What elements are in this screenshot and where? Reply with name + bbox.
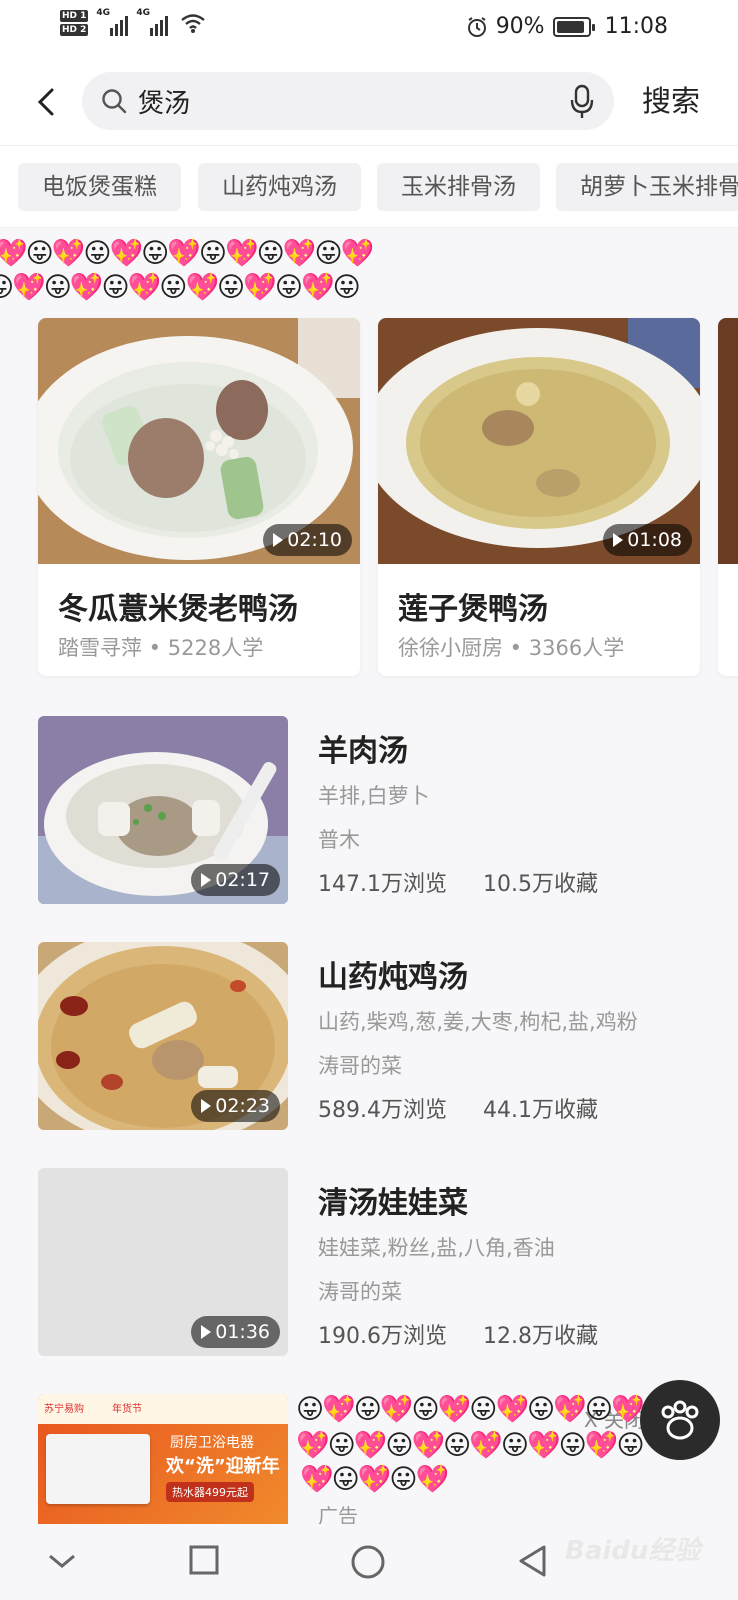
recipe-author: 涛哥的菜 (318, 1280, 402, 1304)
recipe-author: 普木 (318, 828, 360, 852)
featured-card[interactable]: 01:08 莲子煲鸭汤 徐徐小厨房 • 3366人学 (378, 318, 700, 676)
emoji-overlay: 💖😛💖😛💖😛💖😛💖😛💖😛 (296, 1430, 645, 1461)
list-item[interactable]: 02:23 山药炖鸡汤 山药,柴鸡,葱,姜,大枣,枸杞,盐,鸡粉 涛哥的菜 58… (38, 942, 738, 1130)
ad-line3: 热水器499元起 (166, 1482, 254, 1502)
wifi-icon (181, 14, 206, 33)
suggestion-tags: 电饭煲蛋糕 山药炖鸡汤 玉米排骨汤 胡萝卜玉米排骨 (0, 146, 738, 228)
collapse-icon[interactable] (46, 1544, 78, 1576)
paw-icon (661, 1400, 699, 1440)
favorite-count: 12.8万收藏 (482, 1324, 598, 1349)
card-author: 徐徐小厨房 (398, 636, 503, 660)
featured-card[interactable]: 02:10 冬瓜薏米煲老鸭汤 踏雪寻萍 • 5228人学 (38, 318, 360, 676)
recipe-ingredients: 娃娃菜,粉丝,盐,八角,香油 (318, 1236, 555, 1260)
back-triangle-icon[interactable] (516, 1544, 550, 1578)
search-box (82, 72, 614, 130)
ad-line2: 欢“洗”迎新年 (166, 1456, 280, 1477)
view-count: 589.4万浏览 (318, 1098, 447, 1123)
recipe-ingredients: 羊排,白萝卜 (318, 784, 430, 808)
clock: 11:08 (604, 14, 668, 39)
card-title: 冬瓜薏米煲老鸭汤 (58, 592, 298, 627)
net2-label: 4G (136, 8, 151, 18)
card-meta: 踏雪寻萍 • 5228人学 (58, 636, 264, 660)
emoji-overlay: 💖😛💖😛💖 (300, 1464, 449, 1495)
video-duration: 01:08 (603, 524, 692, 556)
recipe-name: 羊肉汤 (318, 734, 408, 769)
recipe-name: 清汤娃娃菜 (318, 1186, 468, 1221)
card-title: 莲子煲鸭汤 (398, 592, 548, 627)
card-learners: 5228人学 (167, 636, 264, 660)
video-duration: 01:36 (191, 1316, 280, 1348)
favorite-count: 10.5万收藏 (482, 872, 598, 897)
card-meta: 徐徐小厨房 • 3366人学 (398, 636, 625, 660)
emoji-overlay: 😛💖😛💖😛💖😛💖😛💖😛💖😛 (0, 272, 361, 303)
video-duration: 02:10 (263, 524, 352, 556)
ad-brand: 苏宁易购 (44, 1404, 84, 1415)
play-icon (201, 1099, 212, 1113)
favorite-count: 44.1万收藏 (482, 1098, 598, 1123)
floating-button[interactable] (640, 1380, 720, 1460)
hd1-label: HD 1 (60, 10, 89, 22)
video-duration: 02:17 (191, 864, 280, 896)
play-icon (201, 873, 212, 887)
recents-icon[interactable] (188, 1544, 220, 1576)
recipe-stats: 147.1万浏览 10.5万收藏 (318, 866, 598, 898)
back-icon[interactable] (30, 82, 66, 122)
play-icon (613, 533, 624, 547)
appliance-image (46, 1434, 150, 1504)
view-count: 190.6万浏览 (318, 1324, 447, 1349)
alarm-icon (467, 16, 486, 37)
battery-icon (552, 16, 595, 37)
card-learners: 3366人学 (528, 636, 625, 660)
recipe-name: 山药炖鸡汤 (318, 960, 468, 995)
video-duration: 02:23 (191, 1090, 280, 1122)
battery-percent: 90% (495, 14, 545, 39)
card-author: 踏雪寻萍 (58, 636, 142, 660)
recipe-stats: 190.6万浏览 12.8万收藏 (318, 1318, 598, 1350)
net1-label: 4G (96, 8, 111, 18)
tag-item[interactable]: 电饭煲蛋糕 (18, 163, 181, 211)
hd-indicator: HD 1 HD 2 (60, 10, 89, 36)
search-input[interactable] (138, 72, 518, 130)
recipe-stats: 589.4万浏览 44.1万收藏 (318, 1092, 598, 1124)
ad-banner[interactable]: 苏宁易购 年货节 厨房卫浴电器 欢“洗”迎新年 热水器499元起 (38, 1394, 288, 1524)
status-bar: HD 1 HD 2 4G 4G 90% 11:08 (0, 0, 738, 58)
page: HD 1 HD 2 4G 4G 90% 11:08 煲汤 搜索 电饭煲蛋糕 山药… (0, 0, 738, 1600)
recipe-thumbnail: 02:10 (38, 318, 360, 564)
tag-item[interactable]: 山药炖鸡汤 (198, 163, 361, 211)
watermark: Baidu经验 (565, 1536, 701, 1566)
tag-item[interactable]: 胡萝卜玉米排骨 (556, 163, 738, 211)
play-icon (201, 1325, 212, 1339)
featured-card-partial[interactable] (718, 318, 738, 676)
microphone-icon[interactable] (570, 84, 594, 120)
search-header: 搜索 (0, 58, 738, 146)
search-button[interactable]: 搜索 (642, 78, 700, 120)
recipe-thumbnail: 02:17 (38, 716, 288, 904)
recipe-author: 涛哥的菜 (318, 1054, 402, 1078)
list-item[interactable]: 01:36 清汤娃娃菜 娃娃菜,粉丝,盐,八角,香油 涛哥的菜 190.6万浏览… (38, 1168, 738, 1356)
recipe-ingredients: 山药,柴鸡,葱,姜,大枣,枸杞,盐,鸡粉 (318, 1010, 638, 1034)
ad-line1: 厨房卫浴电器 (170, 1435, 254, 1451)
emoji-overlay: 💖😛💖😛💖😛💖😛💖😛💖😛💖 (0, 238, 374, 269)
recipe-thumbnail (718, 318, 738, 564)
home-icon[interactable] (350, 1544, 386, 1580)
ad-festival: 年货节 (112, 1404, 142, 1415)
search-icon (102, 89, 127, 114)
view-count: 147.1万浏览 (318, 872, 447, 897)
signal-icon-1: 4G (96, 8, 129, 36)
play-icon (273, 533, 284, 547)
recipe-thumbnail: 01:08 (378, 318, 700, 564)
list-item[interactable]: 02:17 羊肉汤 羊排,白萝卜 普木 147.1万浏览 10.5万收藏 (38, 716, 738, 904)
hd2-label: HD 2 (60, 24, 89, 36)
recipe-thumbnail-placeholder: 01:36 (38, 1168, 288, 1356)
tag-item[interactable]: 玉米排骨汤 (377, 163, 540, 211)
signal-icon-2: 4G (136, 8, 169, 36)
recipe-thumbnail: 02:23 (38, 942, 288, 1130)
emoji-overlay: 😛💖😛💖😛💖😛💖😛💖😛💖😛 (296, 1394, 671, 1425)
